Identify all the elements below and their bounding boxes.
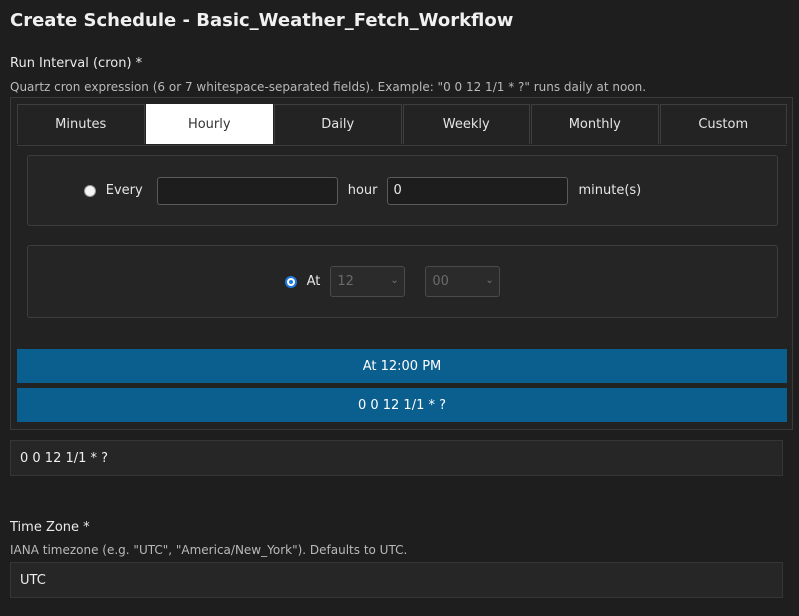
at-option-box: At 12 ⌄ 00 ⌄ (27, 245, 778, 318)
cron-value-field[interactable]: 0 0 12 1/1 * ? (10, 440, 783, 476)
page-title: Create Schedule - Basic_Weather_Fetch_Wo… (10, 10, 514, 31)
at-label: At (306, 274, 321, 289)
every-hour-input[interactable] (156, 176, 338, 205)
chevron-down-icon: ⌄ (485, 275, 494, 286)
at-minute-select[interactable]: 00 ⌄ (425, 266, 501, 297)
every-option-box: Every hour minute(s) (27, 155, 778, 226)
run-interval-label: Run Interval (cron) * (10, 56, 143, 71)
at-hour-value: 12 (337, 274, 354, 289)
hour-label: hour (347, 183, 378, 198)
every-label: Every (105, 183, 143, 198)
create-schedule-page: Create Schedule - Basic_Weather_Fetch_Wo… (0, 0, 799, 616)
tab-daily[interactable]: Daily (274, 104, 402, 144)
cron-description-bar: At 12:00 PM (17, 349, 787, 383)
cron-editor-panel: Minutes Hourly Daily Weekly Monthly Cust… (10, 97, 793, 430)
cron-expression-bar: 0 0 12 1/1 * ? (17, 388, 787, 422)
tab-monthly[interactable]: Monthly (531, 104, 659, 144)
tab-custom[interactable]: Custom (659, 104, 787, 144)
tab-weekly[interactable]: Weekly (402, 104, 530, 144)
time-zone-field[interactable]: UTC (10, 562, 783, 598)
every-minute-input[interactable] (387, 176, 569, 205)
tab-hourly[interactable]: Hourly (145, 104, 273, 144)
every-radio[interactable] (83, 184, 96, 197)
run-interval-help: Quartz cron expression (6 or 7 whitespac… (10, 80, 647, 94)
at-minute-value: 00 (432, 274, 449, 289)
at-hour-select[interactable]: 12 ⌄ (330, 266, 406, 297)
cron-tabs: Minutes Hourly Daily Weekly Monthly Cust… (17, 104, 787, 146)
minute-label: minute(s) (578, 183, 642, 198)
time-zone-help: IANA timezone (e.g. "UTC", "America/New_… (10, 543, 408, 557)
chevron-down-icon: ⌄ (390, 275, 399, 286)
tab-minutes[interactable]: Minutes (17, 104, 145, 144)
time-zone-label: Time Zone * (10, 520, 90, 535)
at-radio[interactable] (284, 275, 297, 288)
